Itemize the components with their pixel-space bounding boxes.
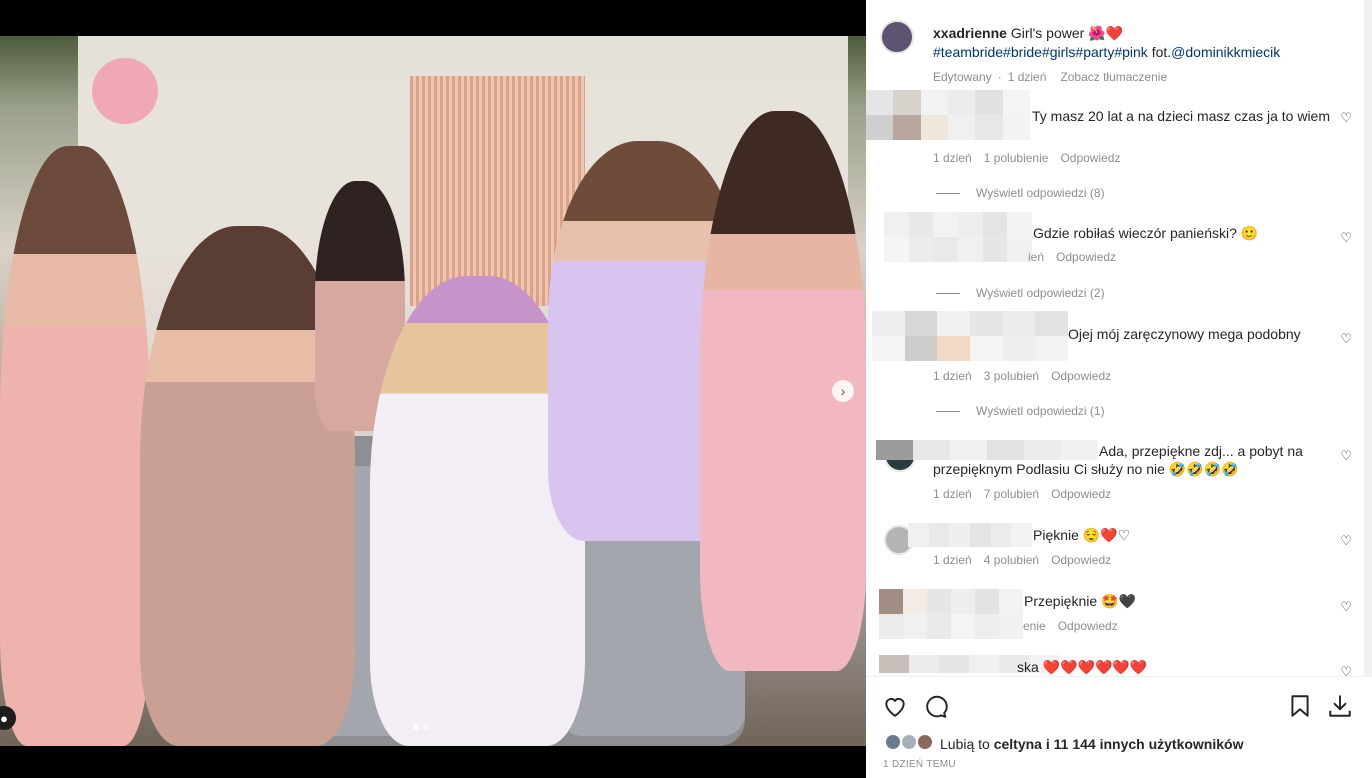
carousel-dot-active [413,724,419,730]
view-replies-button[interactable]: Wyświetl odpowiedzi (8) [936,186,1105,200]
author-username[interactable]: xxadrienne [933,25,1007,41]
credit-prefix: fot. [1151,44,1172,60]
comment-meta: 1 dzień 4 polubień Odpowiedz [933,553,1111,567]
post-actions-bar: Lubią to celtyna i 11 144 innych użytkow… [866,676,1372,778]
comment-likes[interactable]: 1 polubienie [984,151,1049,165]
caption-text: xxadrienne Girl's power 🌺❤️ #teambride#b… [933,24,1353,87]
comment-text: Pięknie 😌❤️♡ [1033,527,1131,543]
comment-age[interactable]: 1 dzień [933,151,972,165]
caption-age[interactable]: 1 dzień [1008,68,1047,87]
heart-icon[interactable]: ♡ [1340,110,1352,126]
comments-panel: xxadrienne Girl's power 🌺❤️ #teambride#b… [866,0,1372,777]
comment-text-line2: przepięknym Podlasiu Ci służy no nie 🤣🤣🤣… [933,461,1239,477]
heart-icon[interactable] [882,693,908,719]
bookmark-icon[interactable] [1287,693,1313,719]
likes-summary: Lubią to celtyna i 11 144 innych użytkow… [940,736,1243,752]
heart-icon[interactable]: ♡ [1340,664,1352,676]
comment-age[interactable]: ień [1028,250,1044,264]
blurred-username [908,523,1032,547]
view-replies-button[interactable]: Wyświetl odpowiedzi (1) [936,404,1105,418]
comment-likes[interactable]: enie [1023,619,1046,633]
comment-likes[interactable]: 4 polubień [984,553,1039,567]
photo-person [0,146,150,746]
comment-icon[interactable] [922,693,948,719]
author-avatar[interactable] [880,20,914,54]
heart-icon[interactable]: ♡ [1340,448,1352,464]
carousel-dots [413,724,429,730]
download-icon[interactable] [1327,693,1353,719]
post-photo[interactable] [0,36,866,746]
comment-text: Ada, przepiękne zdj... a pobyt na [1099,443,1303,459]
blurred-username [876,440,1098,460]
post-photo-viewer: › ● [0,0,866,777]
caption-meta: Edytowany · 1 dzień Zobacz tłumaczenie [933,68,1353,87]
comment-meta: 1 dzień 7 polubień Odpowiedz [933,487,1111,501]
likes-prefix: Lubią to [940,736,990,752]
comment-age[interactable]: 1 dzień [933,553,972,567]
comments-scroll-area[interactable]: xxadrienne Girl's power 🌺❤️ #teambride#b… [866,0,1372,676]
heart-icon[interactable]: ♡ [1340,230,1352,246]
comment-text: Ojej mój zaręczynowy mega podobny [1068,326,1301,342]
comments-scrollbar[interactable] [1364,0,1372,676]
comment-meta: 1 dzień 3 polubień Odpowiedz [933,369,1111,383]
caption-body: Girl's power 🌺❤️ [1010,25,1124,41]
reply-button[interactable]: Odpowiedz [1051,369,1111,383]
reply-button[interactable]: Odpowiedz [1051,553,1111,567]
view-replies-label: Wyświetl odpowiedzi (8) [976,186,1105,200]
edited-label: Edytowany [933,70,992,84]
blurred-avatar [872,311,1068,361]
next-photo-button[interactable]: › [832,380,854,402]
comment-age[interactable]: 1 dzień [933,369,972,383]
translate-link[interactable]: Zobacz tłumaczenie [1060,68,1167,87]
caption-hashtags[interactable]: #teambride#bride#girls#party#pink [933,44,1148,60]
heart-icon[interactable]: ♡ [1340,331,1352,347]
chevron-right-icon: › [840,383,846,399]
comment-meta: 1 dzień 1 polubienie Odpowiedz [933,151,1120,165]
comment-meta: ień Odpowiedz [1028,250,1116,264]
heart-icon[interactable]: ♡ [1340,533,1352,549]
heart-icon[interactable]: ♡ [1340,599,1352,615]
comment-likes[interactable]: 7 polubień [984,487,1039,501]
view-replies-label: Wyświetl odpowiedzi (1) [976,404,1105,418]
comment-text: Gdzie robiłaś wieczór panieński? 🙂 [1033,225,1259,241]
likes-count[interactable]: i 11 144 innych użytkowników [1046,736,1244,752]
comment-meta: enie Odpowiedz [1023,619,1118,633]
liker-username[interactable]: celtyna [994,736,1042,752]
comment-likes[interactable]: 3 polubień [984,369,1039,383]
liker-avatar[interactable] [916,733,934,751]
post-timestamp[interactable]: 1 DZIEŃ TEMU [883,759,956,770]
photo-balloon [92,58,158,124]
blurred-avatar [884,212,1032,262]
reply-button[interactable]: Odpowiedz [1060,151,1120,165]
reply-button[interactable]: Odpowiedz [1056,250,1116,264]
view-replies-label: Wyświetl odpowiedzi (2) [976,286,1105,300]
blurred-avatar [866,90,1030,140]
comment-age[interactable]: 1 dzień [933,487,972,501]
comment-text: Przepięknie 🤩🖤 [1024,593,1136,609]
comment-text: ska ❤️❤️❤️❤️❤️❤️ [1017,659,1148,675]
carousel-dot [423,724,429,730]
view-replies-button[interactable]: Wyświetl odpowiedzi (2) [936,286,1105,300]
reply-button[interactable]: Odpowiedz [1058,619,1118,633]
credit-user-link[interactable]: @dominikkmiecik [1171,44,1280,60]
comment-text: Ty masz 20 lat a na dzieci masz czas ja … [1032,108,1330,124]
reply-button[interactable]: Odpowiedz [1051,487,1111,501]
blurred-avatar [879,589,1023,639]
